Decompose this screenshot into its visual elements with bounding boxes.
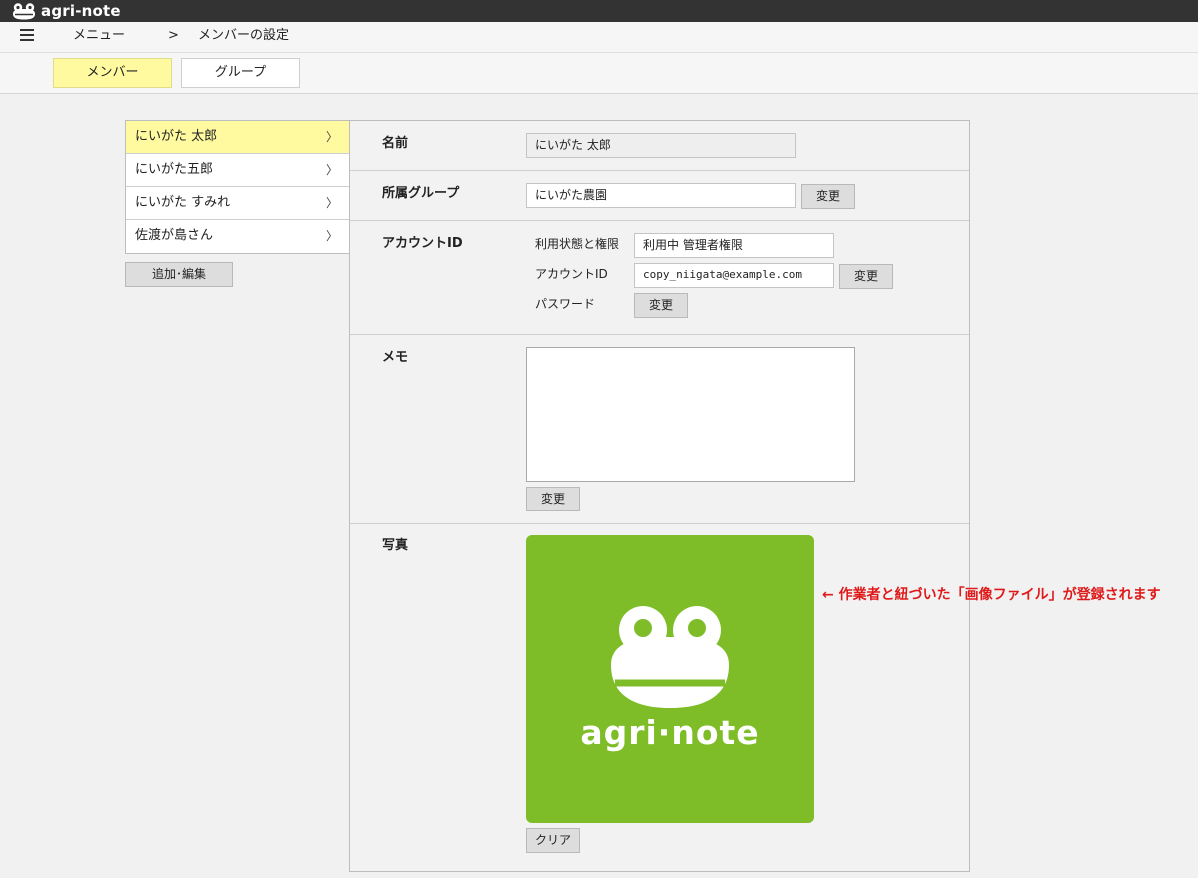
- tab-groups[interactable]: グループ: [181, 58, 300, 88]
- section-divider: [350, 334, 969, 335]
- member-list-item[interactable]: 佐渡が島さん 〉: [126, 220, 349, 253]
- member-name: にいがた五郎: [135, 162, 214, 177]
- brand-name: agri-note: [41, 2, 121, 20]
- hamburger-icon[interactable]: [20, 28, 34, 42]
- memo-label: メモ: [382, 350, 409, 365]
- breadcrumb-separator: >: [168, 28, 179, 43]
- breadcrumb-menu-link[interactable]: メニュー: [73, 28, 125, 44]
- member-list-item[interactable]: にいがた五郎 〉: [126, 154, 349, 187]
- member-list: にいがた 太郎 〉 にいがた五郎 〉 にいがた すみれ 〉 佐渡が島さん 〉: [125, 120, 350, 254]
- chevron-right-icon: 〉: [325, 229, 338, 243]
- account-id-field: copy_niigata@example.com: [634, 263, 834, 288]
- change-password-button[interactable]: 変更: [634, 293, 688, 318]
- app-header-bar: [0, 0, 1198, 22]
- chevron-right-icon: 〉: [325, 163, 338, 177]
- clear-photo-button[interactable]: クリア: [526, 828, 580, 853]
- section-divider: [350, 220, 969, 221]
- tab-members[interactable]: メンバー: [53, 58, 172, 88]
- member-photo: agri·note: [526, 535, 814, 823]
- change-memo-button[interactable]: 変更: [526, 487, 580, 511]
- frog-logo-icon: [611, 606, 729, 708]
- account-id-label: アカウントID: [535, 267, 608, 281]
- change-account-id-button[interactable]: 変更: [839, 264, 893, 289]
- status-field: 利用中 管理者権限: [634, 233, 834, 258]
- section-divider: [350, 170, 969, 171]
- breadcrumb-bar: [0, 22, 1198, 53]
- breadcrumb-current-page: メンバーの設定: [198, 28, 290, 43]
- member-list-item[interactable]: にいがた 太郎 〉: [126, 121, 349, 154]
- status-label: 利用状態と権限: [535, 237, 620, 251]
- annotation-note: ← 作業者と紐づいた「画像ファイル」が登録されます: [822, 587, 1161, 603]
- frog-logo-icon: [13, 3, 35, 20]
- member-name: 佐渡が島さん: [135, 228, 214, 243]
- member-name: にいがた すみれ: [135, 195, 231, 210]
- chevron-right-icon: 〉: [325, 196, 338, 210]
- member-name: にいがた 太郎: [135, 129, 218, 144]
- photo-label: 写真: [382, 538, 409, 553]
- tab-bar: [0, 53, 1198, 94]
- group-field: にいがた農園: [526, 183, 796, 208]
- member-list-item[interactable]: にいがた すみれ 〉: [126, 187, 349, 220]
- name-label: 名前: [382, 136, 409, 151]
- password-label: パスワード: [535, 297, 596, 311]
- memo-textarea[interactable]: [526, 347, 855, 482]
- change-group-button[interactable]: 変更: [801, 184, 855, 209]
- account-label: アカウントID: [382, 236, 463, 251]
- group-label: 所属グループ: [382, 186, 460, 201]
- name-field: にいがた 太郎: [526, 133, 796, 158]
- chevron-right-icon: 〉: [325, 130, 338, 144]
- photo-brand-text: agri·note: [580, 713, 760, 752]
- add-edit-members-button[interactable]: 追加･編集: [125, 262, 233, 287]
- section-divider: [350, 523, 969, 524]
